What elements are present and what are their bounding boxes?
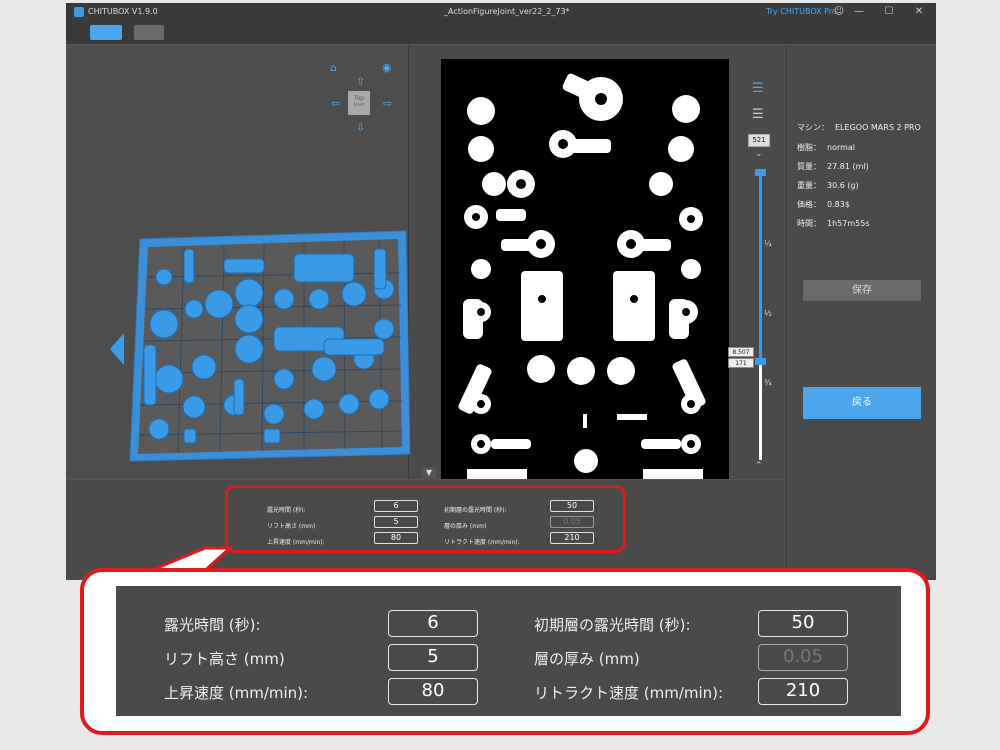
zoom-layer-height-label: 層の厚み (mm) — [534, 650, 640, 668]
zoom-retract-speed-value: 210 — [758, 678, 848, 705]
zoom-lift-speed-label: 上昇速度 (mm/min): — [164, 684, 309, 702]
zoom-exposure-time-label: 露光時間 (秒): — [164, 616, 261, 634]
zoom-retract-speed-label: リトラクト速度 (mm/min): — [534, 684, 724, 702]
zoomed-settings-panel: 露光時間 (秒): 6 リフト高さ (mm) 5 上昇速度 (mm/min): … — [116, 586, 901, 716]
zoom-exposure-time-value: 6 — [388, 610, 478, 637]
zoom-layer-height-value: 0.05 — [758, 644, 848, 671]
zoom-lift-speed-value: 80 — [388, 678, 478, 705]
zoom-bottom-exposure-label: 初期層の露光時間 (秒): — [534, 616, 691, 634]
zoom-lift-height-label: リフト高さ (mm) — [164, 650, 285, 668]
zoomed-settings-callout: 露光時間 (秒): 6 リフト高さ (mm) 5 上昇速度 (mm/min): … — [80, 568, 930, 735]
zoom-bottom-exposure-value: 50 — [758, 610, 848, 637]
screenshot-stage: CHITUBOX V1.9.0 _ActionFigureJoint_ver22… — [0, 0, 1000, 750]
zoom-lift-height-value: 5 — [388, 644, 478, 671]
